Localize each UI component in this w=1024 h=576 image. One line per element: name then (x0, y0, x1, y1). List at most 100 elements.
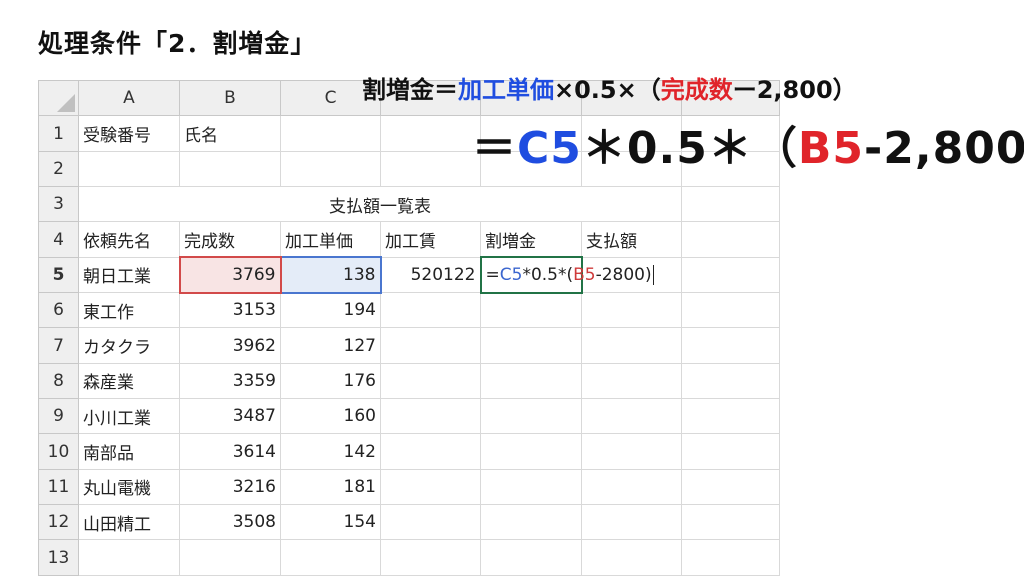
cell-name[interactable]: 朝日工業 (78, 256, 180, 294)
cell[interactable] (380, 362, 481, 400)
cell[interactable] (681, 362, 780, 400)
cell-a1[interactable]: 受験番号 (78, 115, 180, 152)
cell-name[interactable]: 山田精工 (78, 504, 180, 541)
cell[interactable] (581, 398, 682, 435)
cell-d5[interactable]: 520122 (380, 256, 481, 294)
cell[interactable] (179, 150, 281, 188)
cell[interactable] (380, 539, 481, 576)
cell[interactable] (179, 539, 281, 576)
cell[interactable] (681, 327, 780, 364)
cell-price[interactable]: 176 (280, 362, 381, 400)
cell-price[interactable]: 160 (280, 398, 381, 435)
cell[interactable] (280, 539, 381, 576)
cell[interactable] (681, 398, 780, 435)
row-header[interactable]: 7 (38, 327, 79, 364)
cell[interactable] (480, 327, 582, 364)
cell-b5-referenced[interactable]: 3769 (178, 256, 282, 294)
row-header[interactable]: 13 (38, 539, 79, 576)
cell-name[interactable]: 東工作 (78, 292, 180, 329)
cell-name[interactable]: 小川工業 (78, 398, 180, 435)
cell[interactable] (581, 292, 682, 329)
row-header[interactable]: 11 (38, 468, 79, 506)
cell[interactable] (581, 504, 682, 541)
cell[interactable] (681, 504, 780, 541)
cell[interactable] (480, 292, 582, 329)
row-header[interactable]: 8 (38, 362, 79, 400)
cell-count[interactable]: 3614 (179, 433, 281, 470)
row-header[interactable]: 10 (38, 433, 79, 470)
cell[interactable] (380, 398, 481, 435)
cell[interactable] (581, 433, 682, 470)
row-header[interactable]: 4 (38, 221, 79, 258)
column-header-b[interactable]: B (179, 79, 281, 117)
cell[interactable] (380, 327, 481, 364)
cell-count[interactable]: 3216 (179, 468, 281, 506)
cell-e5-editing[interactable]: =C5*0.5*(B5-2800) (479, 256, 654, 294)
cell[interactable] (581, 362, 682, 400)
cell[interactable] (681, 539, 780, 576)
cell[interactable] (380, 504, 481, 541)
cell[interactable] (681, 256, 780, 294)
cell[interactable] (480, 433, 582, 470)
select-all-corner[interactable] (38, 79, 79, 117)
column-header-a[interactable]: A (78, 79, 180, 117)
cell[interactable] (380, 150, 481, 188)
row-header[interactable]: 2 (38, 150, 79, 188)
cell[interactable] (480, 468, 582, 506)
cell-count[interactable]: 3962 (179, 327, 281, 364)
cell[interactable] (681, 468, 780, 506)
cell[interactable] (380, 292, 481, 329)
cell-name[interactable]: 丸山電機 (78, 468, 180, 506)
sheet-row-13: 13 (38, 539, 780, 576)
header-cell-name[interactable]: 依頼先名 (78, 221, 180, 258)
cell[interactable] (581, 468, 682, 506)
header-cell-premium[interactable]: 割増金 (480, 221, 582, 258)
table-title-cell[interactable]: 支払額一覧表 (78, 186, 682, 223)
cell[interactable] (78, 539, 180, 576)
cell[interactable] (380, 115, 481, 152)
formula-text-price: 加工単価 (458, 76, 554, 104)
cell[interactable] (480, 539, 582, 576)
header-cell-count[interactable]: 完成数 (179, 221, 281, 258)
header-cell-price[interactable]: 加工単価 (280, 221, 381, 258)
row-header[interactable]: 9 (38, 398, 79, 435)
cell-price[interactable]: 194 (280, 292, 381, 329)
cell-price[interactable]: 127 (280, 327, 381, 364)
cell-name[interactable]: 南部品 (78, 433, 180, 470)
cell[interactable] (681, 292, 780, 329)
cell[interactable] (480, 398, 582, 435)
cell-count[interactable]: 3508 (179, 504, 281, 541)
cell-name[interactable]: カタクラ (78, 327, 180, 364)
cell-c5-referenced[interactable]: 138 (279, 256, 382, 294)
cell[interactable] (380, 468, 481, 506)
cell[interactable] (681, 186, 780, 223)
cell-b1[interactable]: 氏名 (179, 115, 281, 152)
cell[interactable] (480, 504, 582, 541)
cell[interactable] (581, 327, 682, 364)
cell[interactable] (280, 150, 381, 188)
cell-price[interactable]: 142 (280, 433, 381, 470)
header-cell-wage[interactable]: 加工賃 (380, 221, 481, 258)
cell-count[interactable]: 3153 (179, 292, 281, 329)
row-header[interactable]: 6 (38, 292, 79, 329)
cell[interactable] (681, 221, 780, 258)
cell-price[interactable]: 154 (280, 504, 381, 541)
row-header[interactable]: 1 (38, 115, 79, 152)
cell-price[interactable]: 181 (280, 468, 381, 506)
cell[interactable] (380, 433, 481, 470)
cell[interactable] (78, 150, 180, 188)
cell[interactable] (581, 539, 682, 576)
formula-text-count: 完成数 (660, 76, 733, 104)
cell[interactable] (480, 362, 582, 400)
cell[interactable] (280, 115, 381, 152)
cell-count[interactable]: 3359 (179, 362, 281, 400)
header-cell-payment[interactable]: 支払額 (581, 221, 682, 258)
cell-name[interactable]: 森産業 (78, 362, 180, 400)
formula-text-part: ー2,800） (732, 76, 857, 104)
sheet-row-5: 5 朝日工業 3769 138 520122 =C5*0.5*(B5-2800) (38, 256, 780, 294)
row-header[interactable]: 12 (38, 504, 79, 541)
cell[interactable] (681, 433, 780, 470)
cell-count[interactable]: 3487 (179, 398, 281, 435)
row-header-active[interactable]: 5 (38, 256, 79, 294)
row-header[interactable]: 3 (38, 186, 79, 223)
